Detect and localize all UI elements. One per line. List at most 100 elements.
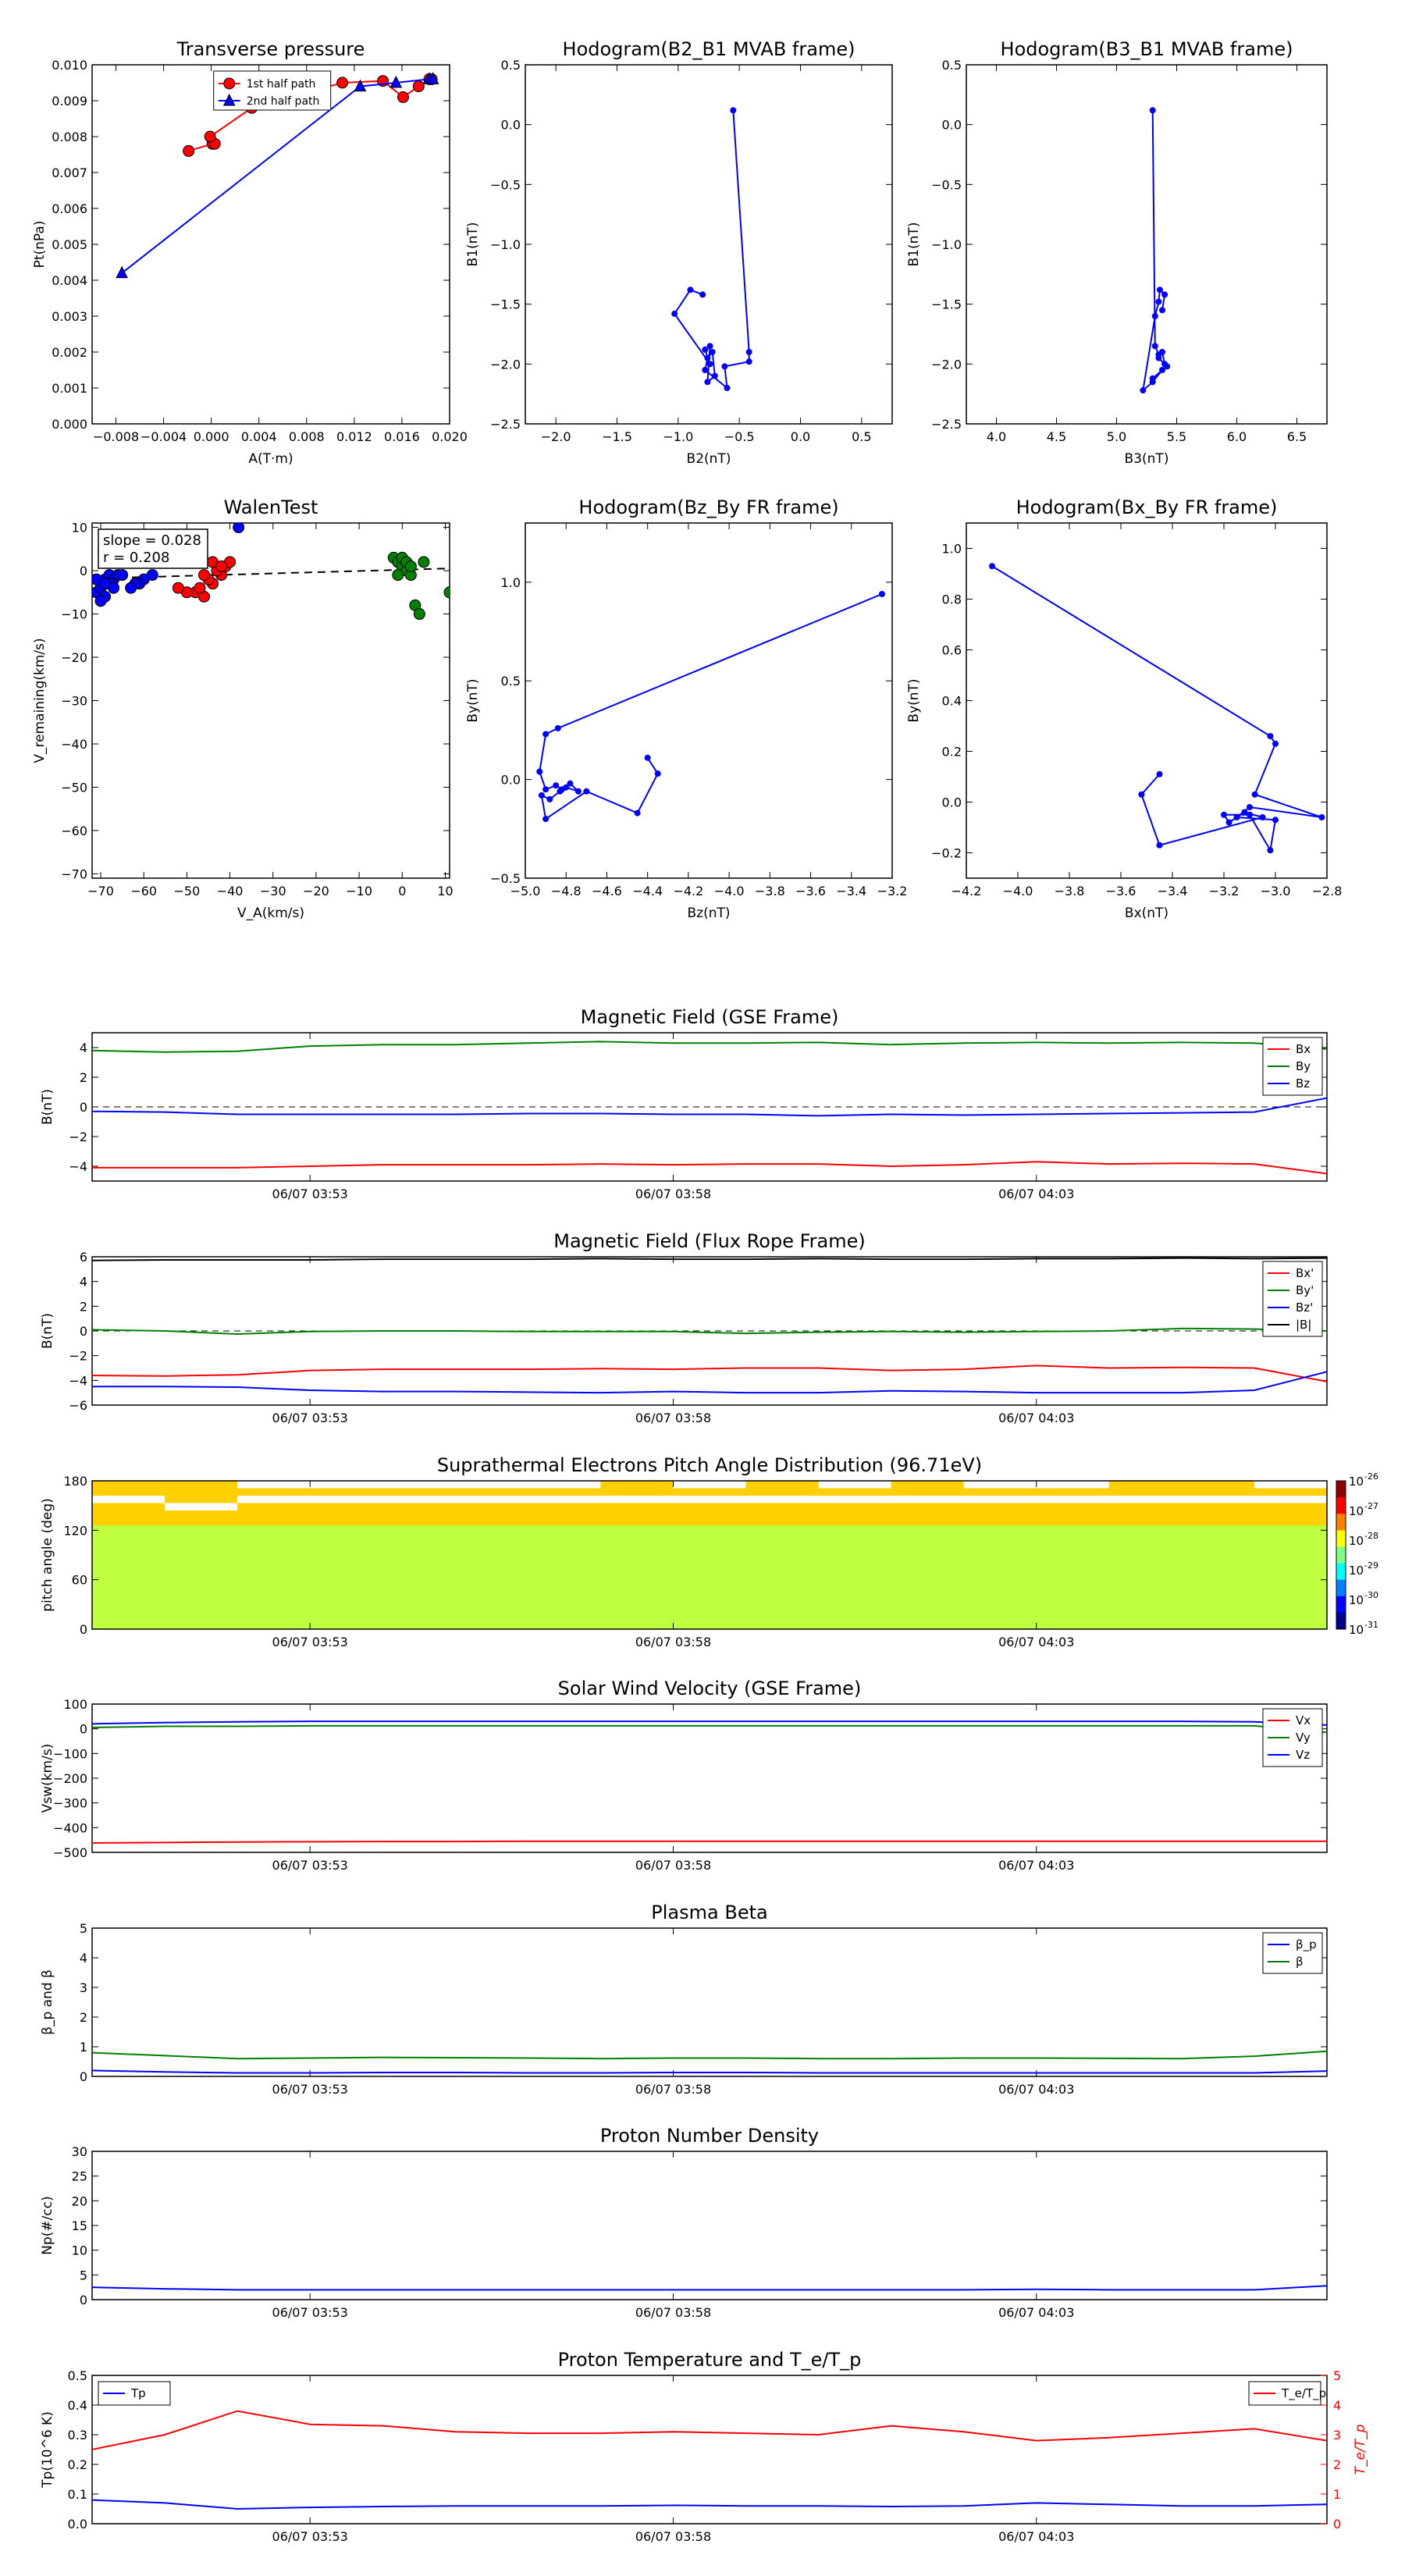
heatmap-cell [310,1577,383,1585]
heatmap-cell [528,1525,601,1533]
heatmap-cell [1036,1606,1110,1615]
data-point [172,582,184,594]
x-tick-label: −60 [130,884,157,898]
x-tick-label: 06/07 04:03 [998,2529,1074,2544]
y-tick-label: 0.5 [68,2368,87,2383]
heatmap-cell [673,1525,747,1533]
heatmap-cell [818,1606,892,1615]
heatmap-cell [1181,1510,1255,1518]
heatmap-cell [237,1562,311,1571]
heatmap-cell [1108,1532,1183,1541]
y2-tick-label: 3 [1333,2428,1341,2443]
data-point [397,91,409,103]
y-tick-label: 5 [80,1921,87,1936]
heatmap-cell [237,1599,311,1607]
heatmap-cell [1254,1621,1328,1630]
heatmap-cell [1254,1570,1328,1578]
heatmap-cell [891,1488,965,1496]
heatmap-cell [745,1606,820,1615]
data-point [702,367,709,373]
data-point [634,809,641,817]
x-tick-label: 06/07 03:58 [635,1858,711,1873]
legend-label: Tp [130,2386,146,2400]
heatmap-cell [455,1481,528,1489]
heatmap-cell [92,1606,165,1615]
heatmap-cell [92,1562,165,1571]
colorbar-tick-label: 10 [1349,1564,1364,1578]
heatmap-cell [455,1517,528,1526]
y2-axis-label: T_e/T_p [1353,2424,1368,2475]
heatmap-cell [600,1606,674,1615]
y-tick-label: 6 [80,1250,87,1265]
heatmap-cell [1036,1547,1110,1556]
data-point [1156,841,1163,849]
heatmap-cell [382,1606,456,1615]
heatmap-cell [818,1488,892,1496]
heatmap-cell [528,1488,601,1496]
heatmap-cell [237,1592,311,1600]
data-point [724,385,731,391]
heatmap-cell [1181,1547,1255,1556]
series-line-β_p [92,2069,1327,2074]
data-point [699,291,706,298]
plot-area [989,563,1325,854]
heatmap-cell [237,1570,311,1578]
heatmap-cell [1108,1585,1183,1592]
x-tick-label: −3.4 [836,884,866,898]
x-tick-label: −3.2 [1209,884,1240,898]
x-tick-label: −20 [303,884,329,898]
heatmap-cell [237,1621,311,1630]
colorbar-segment [1336,1563,1346,1581]
heatmap-cell [673,1532,747,1541]
heatmap-cell [600,1488,674,1496]
y-tick-label: −2.5 [931,417,962,432]
data-point [1267,847,1274,854]
x-tick-label: 5.0 [1107,429,1126,444]
colorbar-segment [1336,1481,1346,1498]
heatmap-cell [455,1547,528,1556]
x-tick-label: 6.0 [1227,429,1247,444]
data-point [223,77,236,90]
heatmap-cell [1254,1503,1328,1511]
y-tick-label: −20 [61,650,87,665]
heatmap-cell [891,1621,965,1630]
data-point [654,770,661,777]
heatmap-cell [1108,1503,1183,1511]
heatmap-cell [963,1547,1037,1556]
y-tick-label: −10 [61,607,87,622]
annotation-text: slope = 0.028 [103,532,201,549]
series-line-T_e/T_p [92,2410,1327,2450]
data-point [1272,817,1279,824]
heatmap-cell [237,1585,311,1592]
y-tick-label: 0.1 [68,2487,87,2502]
x-tick-label: 0.5 [852,429,871,444]
data-point [554,724,561,731]
y-tick-label: −100 [53,1746,87,1761]
data-point [1155,354,1162,361]
y-tick-label: −60 [61,824,87,838]
heatmap-cell [455,1621,528,1630]
y-tick-label: −4 [69,1159,87,1174]
y-tick-label: 0.002 [52,345,87,360]
heatmap-cell [382,1577,456,1585]
x-axis-label: A(T·m) [248,451,293,467]
heatmap-cell [673,1503,747,1511]
x-tick-label: −4.4 [632,884,663,898]
heatmap-cell [165,1525,238,1533]
y-tick-label: 0 [80,2293,87,2307]
plot-frame [91,2375,1328,2524]
heatmap-cell [891,1577,965,1585]
heatmap-cell [310,1570,383,1578]
data-point [563,784,570,791]
heatmap-cell [818,1562,892,1571]
heatmap-cell [455,1496,528,1503]
legend-label: Vx [1296,1713,1311,1727]
heatmap-cell [963,1481,1037,1489]
data-point [542,786,550,793]
heatmap-cell [1254,1488,1328,1496]
heatmap-cell [382,1621,456,1630]
heatmap-cell [745,1517,820,1526]
data-point [125,582,137,594]
x-tick-label: −2.8 [1312,884,1343,898]
heatmap-cell [528,1614,601,1622]
